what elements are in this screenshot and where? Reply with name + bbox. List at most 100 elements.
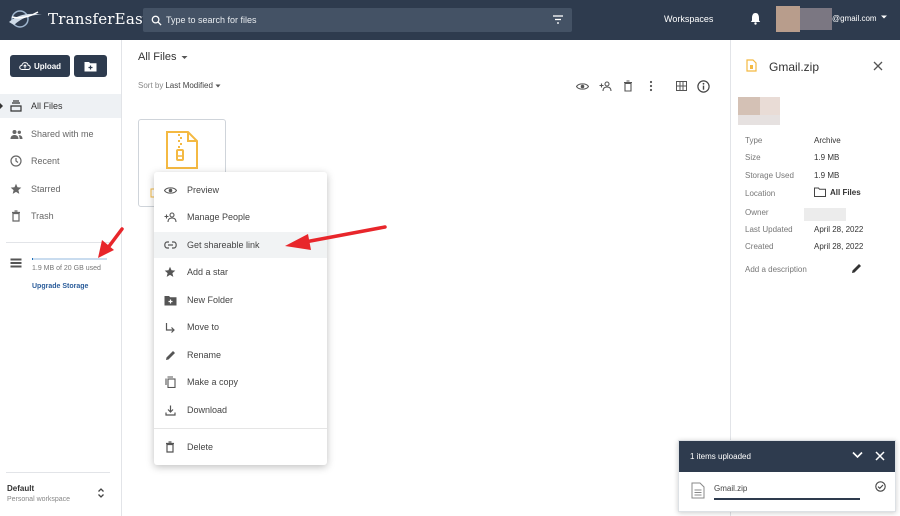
- brand-logo[interactable]: TransferEasy: [8, 8, 152, 30]
- trash-icon: [163, 440, 177, 454]
- menu-item-get-shareable-link[interactable]: Get shareable link: [154, 232, 327, 258]
- divider: [154, 428, 327, 429]
- last-updated-label: Last Updated: [745, 225, 793, 234]
- search-bar[interactable]: [143, 8, 572, 32]
- trash-icon[interactable]: [621, 79, 635, 93]
- eye-icon[interactable]: [575, 79, 589, 93]
- copy-icon: [163, 375, 177, 389]
- sidebar-item-all-files[interactable]: All Files: [0, 94, 121, 118]
- last-updated-value: April 28, 2022: [814, 225, 864, 234]
- search-icon: [151, 15, 162, 26]
- workspaces-link[interactable]: Workspaces: [664, 14, 713, 24]
- location-label: Location: [745, 189, 776, 198]
- uploaded-file-name: Gmail.zip: [714, 484, 748, 493]
- menu-item-add-star[interactable]: Add a star: [154, 259, 327, 285]
- location-text: All Files: [830, 187, 861, 197]
- file-preview-thumbnail: [738, 115, 780, 125]
- new-folder-icon: [163, 293, 177, 307]
- chevron-down-icon: [215, 84, 221, 87]
- search-input[interactable]: [166, 15, 526, 25]
- page-title-text: All Files: [138, 51, 177, 63]
- upload-button[interactable]: Upload: [10, 55, 70, 77]
- avatar[interactable]: [776, 6, 800, 32]
- toast-header: 1 items uploaded: [679, 441, 895, 472]
- menu-item-move-to[interactable]: Move to: [154, 314, 327, 340]
- sort-prefix: Sort by: [138, 81, 164, 90]
- bell-icon[interactable]: [750, 12, 761, 25]
- menu-item-label: Download: [187, 405, 228, 415]
- menu-item-label: Make a copy: [187, 377, 239, 387]
- sidebar: Upload All Files Shared with me Recent S…: [0, 40, 122, 516]
- clock-icon: [9, 154, 23, 168]
- menu-item-label: Manage People: [187, 212, 251, 222]
- download-icon: [163, 403, 177, 417]
- eye-icon: [163, 183, 177, 197]
- sidebar-item-recent[interactable]: Recent: [0, 149, 121, 173]
- sidebar-item-trash[interactable]: Trash: [0, 204, 121, 228]
- size-label: Size: [745, 153, 761, 162]
- page-title[interactable]: All Files: [138, 51, 188, 63]
- file-preview-thumbnail: [760, 97, 780, 115]
- zip-file-icon: [746, 59, 757, 72]
- type-label: Type: [745, 136, 763, 145]
- description-field[interactable]: Add a description: [745, 265, 807, 274]
- workspace-name[interactable]: Default: [7, 484, 34, 493]
- divider: [6, 472, 110, 473]
- upgrade-storage-link[interactable]: Upgrade Storage: [32, 283, 88, 290]
- redacted-username: [800, 8, 832, 30]
- menu-item-label: Add a star: [187, 267, 229, 277]
- toast-title: 1 items uploaded: [690, 452, 751, 461]
- chevron-down-icon[interactable]: [852, 451, 863, 459]
- menu-item-label: Move to: [187, 322, 220, 332]
- filter-icon[interactable]: [552, 14, 564, 25]
- chevron-down-icon[interactable]: [880, 13, 888, 21]
- move-arrow-icon: [163, 320, 177, 334]
- menu-item-label: New Folder: [187, 295, 234, 305]
- star-icon: [163, 265, 177, 279]
- menu-item-new-folder[interactable]: New Folder: [154, 287, 327, 313]
- close-icon[interactable]: [873, 61, 883, 71]
- divider: [6, 242, 112, 243]
- storage-icon: [10, 258, 22, 268]
- menu-item-label: Preview: [187, 185, 220, 195]
- chevron-down-icon: [181, 55, 188, 59]
- user-email[interactable]: @gmail.com: [832, 14, 877, 23]
- people-icon: [9, 127, 23, 141]
- pencil-icon: [163, 348, 177, 362]
- more-vertical-icon[interactable]: [644, 79, 658, 93]
- menu-item-manage-people[interactable]: Manage People: [154, 204, 327, 230]
- menu-item-label: Delete: [187, 442, 214, 452]
- unfold-icon[interactable]: [97, 487, 105, 499]
- storage-progress-bar: [32, 258, 107, 260]
- location-value[interactable]: All Files: [814, 187, 861, 197]
- zip-file-icon: [166, 131, 198, 169]
- star-icon: [9, 182, 23, 196]
- sort-control[interactable]: Sort by Last Modified: [138, 81, 221, 90]
- check-circle-icon: [875, 481, 886, 492]
- workspace-subtitle: Personal workspace: [7, 496, 71, 503]
- sidebar-item-shared[interactable]: Shared with me: [0, 122, 121, 146]
- created-value: April 28, 2022: [814, 242, 864, 251]
- menu-item-rename[interactable]: Rename: [154, 342, 327, 368]
- files-stack-icon: [9, 99, 23, 113]
- person-add-icon[interactable]: [598, 79, 612, 93]
- sidebar-item-starred[interactable]: Starred: [0, 177, 121, 201]
- menu-item-delete[interactable]: Delete: [154, 434, 327, 460]
- grid-view-icon[interactable]: [674, 79, 688, 93]
- menu-item-make-copy[interactable]: Make a copy: [154, 369, 327, 395]
- sidebar-item-label: Starred: [31, 184, 61, 194]
- storage-usage-text: 1.9 MB of 20 GB used: [32, 265, 101, 272]
- close-icon[interactable]: [875, 451, 885, 461]
- redacted-owner: [804, 208, 846, 221]
- new-folder-icon: [84, 61, 97, 71]
- pencil-icon[interactable]: [851, 263, 862, 274]
- storage-used-label: Storage Used: [745, 171, 794, 180]
- document-icon: [691, 482, 705, 499]
- cloud-upload-icon: [19, 62, 31, 70]
- menu-item-label: Rename: [187, 350, 222, 360]
- menu-item-download[interactable]: Download: [154, 397, 327, 423]
- new-folder-button[interactable]: [74, 55, 107, 77]
- info-icon[interactable]: [696, 79, 710, 93]
- menu-item-preview[interactable]: Preview: [154, 177, 327, 203]
- folder-icon: [814, 187, 826, 197]
